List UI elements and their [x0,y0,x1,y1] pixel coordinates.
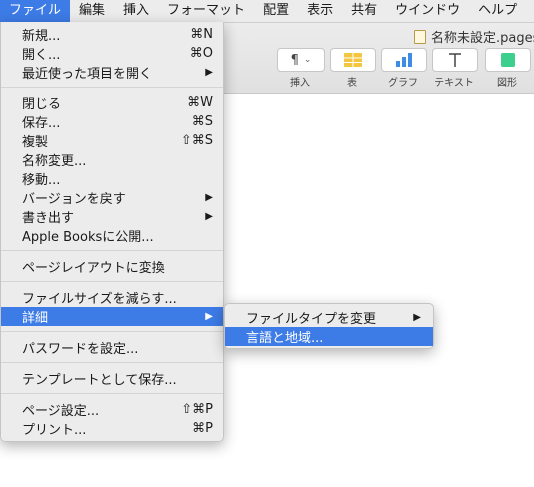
table-button[interactable] [330,48,376,72]
chart-icon [396,53,412,67]
menu-separator [1,281,223,282]
menu-item-page-setup[interactable]: ページ設定... ⇧⌘P [1,400,223,419]
menu-item-publish-books[interactable]: Apple Booksに公開... [1,226,223,245]
menu-item-new[interactable]: 新規... ⌘N [1,25,223,44]
menu-edit[interactable]: 編集 [70,0,114,22]
menu-arrange[interactable]: 配置 [254,0,298,22]
menu-separator [1,362,223,363]
menu-separator [1,331,223,332]
shape-icon [501,53,515,67]
menu-item-open[interactable]: 開く... ⌘O [1,44,223,63]
submenu-item-change-file-type[interactable]: ファイルタイプを変更 ▶ [225,308,433,327]
file-menu: 新規... ⌘N 開く... ⌘O 最近使った項目を開く ▶ 閉じる ⌘W 保存… [0,22,224,442]
menu-format[interactable]: フォーマット [158,0,254,22]
menu-item-export[interactable]: 書き出す ▶ [1,207,223,226]
document-icon [414,29,426,44]
menu-item-advanced[interactable]: 詳細 ▶ [1,307,223,326]
submenu-item-language-region[interactable]: 言語と地域... [225,327,433,346]
menu-item-close[interactable]: 閉じる ⌘W [1,93,223,112]
menu-file[interactable]: ファイル [0,0,71,22]
document-title-text: 名称未設定.pages [431,31,534,46]
menu-item-save[interactable]: 保存... ⌘S [1,112,223,131]
menu-share[interactable]: 共有 [342,0,386,22]
chevron-down-icon: ⌄ [303,55,312,65]
submenu-arrow-icon: ▶ [413,312,421,323]
insert-label: 挿入 [290,78,310,89]
menu-item-convert-layout[interactable]: ページレイアウトに変換 [1,257,223,276]
advanced-submenu: ファイルタイプを変更 ▶ 言語と地域... [224,303,434,349]
shape-label: 図形 [497,78,517,89]
shape-button[interactable] [485,48,531,72]
submenu-arrow-icon: ▶ [205,192,213,203]
paragraph-icon: ¶ [290,52,299,68]
text-button[interactable] [432,48,478,72]
menu-item-reduce-size[interactable]: ファイルサイズを減らす... [1,288,223,307]
table-icon [344,53,362,67]
menu-separator [1,250,223,251]
insert-button[interactable]: ¶ ⌄ [277,48,325,72]
menu-item-rename[interactable]: 名称変更... [1,150,223,169]
document-title: 名称未設定.pages [414,27,534,46]
menu-item-print[interactable]: プリント... ⌘P [1,419,223,438]
submenu-arrow-icon: ▶ [205,211,213,222]
submenu-arrow-icon: ▶ [205,311,213,322]
menu-item-revert[interactable]: バージョンを戻す ▶ [1,188,223,207]
menu-item-open-recent[interactable]: 最近使った項目を開く ▶ [1,63,223,82]
menu-item-set-password[interactable]: パスワードを設定... [1,338,223,357]
menu-window[interactable]: ウインドウ [386,0,469,22]
menu-help[interactable]: ヘルプ [469,0,526,22]
text-label: テキスト [434,78,474,89]
menu-separator [1,87,223,88]
menu-item-save-template[interactable]: テンプレートとして保存... [1,369,223,388]
menu-bar: ファイル 編集 挿入 フォーマット 配置 表示 共有 ウインドウ ヘルプ [0,0,534,23]
menu-insert[interactable]: 挿入 [114,0,158,22]
menu-view[interactable]: 表示 [298,0,342,22]
menu-item-duplicate[interactable]: 複製 ⇧⌘S [1,131,223,150]
chart-button[interactable] [381,48,427,72]
text-icon [449,53,461,67]
menu-item-move[interactable]: 移動... [1,169,223,188]
submenu-arrow-icon: ▶ [205,67,213,78]
menu-separator [1,393,223,394]
